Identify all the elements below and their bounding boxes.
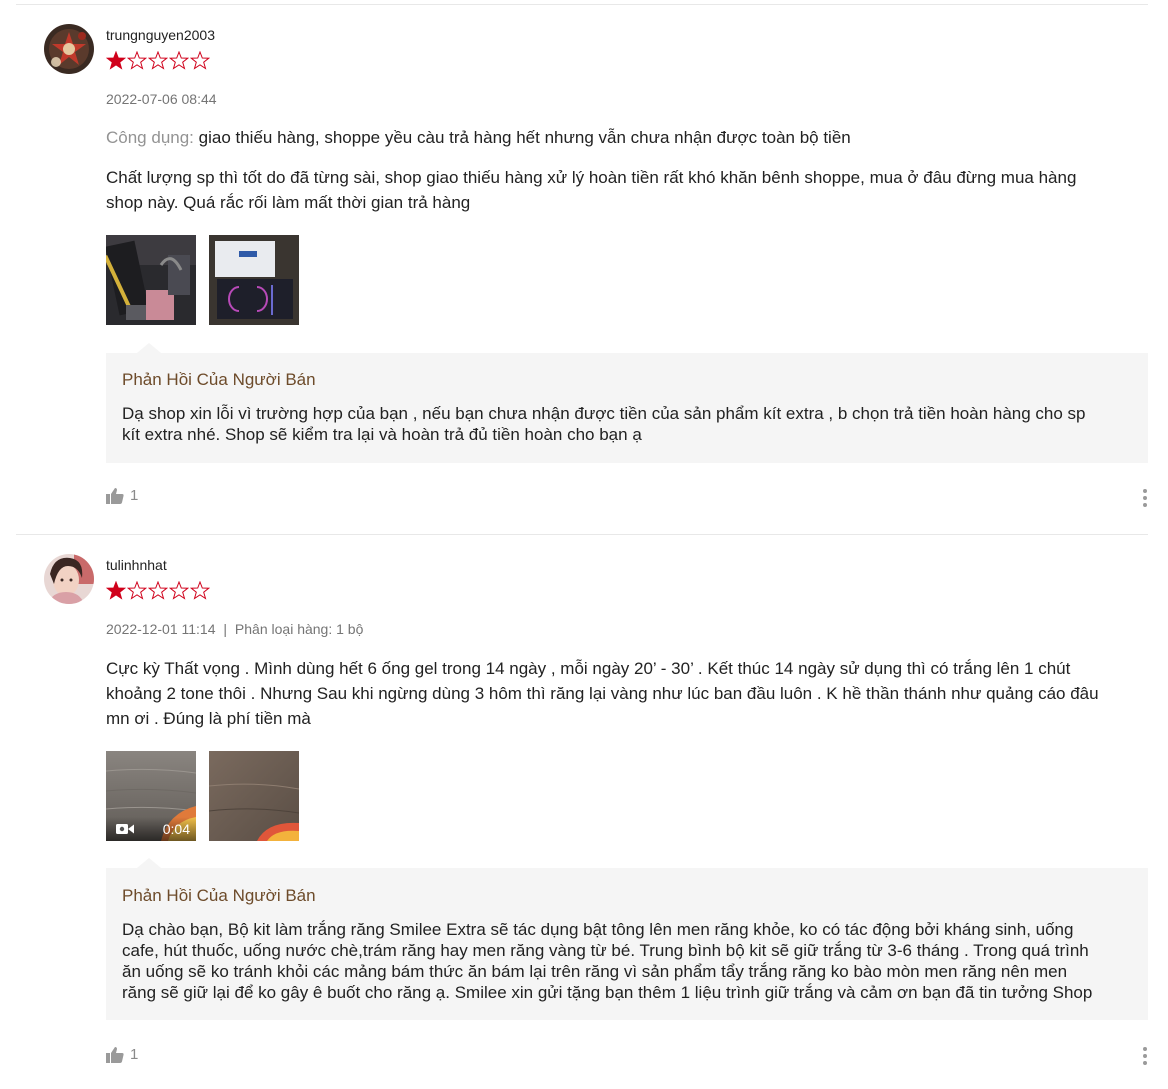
star-empty-icon — [169, 581, 189, 600]
star-filled-icon — [106, 51, 126, 70]
like-count: 1 — [130, 487, 139, 504]
video-camera-icon — [116, 824, 134, 834]
thumbs-up-icon — [106, 1046, 124, 1063]
star-empty-icon — [127, 581, 147, 600]
comment-line: Cực kỳ Thất vọng . Mình dùng hết 6 ống g… — [106, 659, 1071, 678]
reply-notch — [137, 858, 161, 868]
seller-reply-line: răng sẽ giữ lại để ko gây ê buốt cho răn… — [122, 983, 1093, 1002]
usage-text: giao thiếu hàng, shoppe yều càu trả hàng… — [198, 128, 851, 147]
review-item: trungnguyen2003 2022-07-06 08:44 Công dụ… — [0, 0, 1168, 534]
review-item: tulinhnhat 2022-12-01 11:14 | Phân loại … — [0, 535, 1168, 1089]
review-photo[interactable] — [209, 751, 299, 841]
review-photo[interactable] — [106, 235, 196, 325]
star-empty-icon — [148, 51, 168, 70]
meta-separator: | — [223, 621, 228, 637]
more-vertical-icon[interactable] — [1142, 1046, 1148, 1066]
seller-reply-line: ăn uống sẽ ko tránh khỏi các mảng bám th… — [122, 962, 1068, 981]
star-empty-icon — [190, 51, 210, 70]
seller-reply-title: Phản Hồi Của Người Bán — [122, 370, 316, 389]
like-button[interactable]: 1 — [106, 1046, 138, 1063]
comment-line: shop này. Quá rắc rối làm mất thời gian … — [106, 193, 471, 212]
star-empty-icon — [169, 51, 189, 70]
video-duration: 0:04 — [162, 821, 190, 837]
review-photo[interactable] — [209, 235, 299, 325]
usage-label: Công dụng: — [106, 128, 194, 147]
seller-reply-line: kít extra nhé. Shop sẽ kiểm tra lại và h… — [122, 425, 642, 444]
rating-stars — [106, 51, 210, 70]
star-empty-icon — [190, 581, 210, 600]
review-meta: 2022-12-01 11:14 | Phân loại hàng: 1 bộ — [106, 621, 363, 637]
like-count: 1 — [130, 1046, 139, 1063]
avatar[interactable] — [44, 554, 94, 604]
star-filled-icon — [106, 581, 126, 600]
comment-line: Chất lượng sp thì tốt do đã từng sài, sh… — [106, 168, 1077, 187]
review-username[interactable]: trungnguyen2003 — [106, 27, 215, 43]
comment-line: mn ơi . Đúng là phí tiền mà — [106, 709, 311, 728]
review-variation: Phân loại hàng: 1 bộ — [234, 621, 364, 637]
star-empty-icon — [127, 51, 147, 70]
seller-reply: Phản Hồi Của Người Bán Dạ chào bạn, Bộ k… — [106, 868, 1148, 1020]
rating-stars — [106, 581, 210, 600]
avatar[interactable] — [44, 24, 94, 74]
review-datetime: 2022-12-01 11:14 — [106, 621, 216, 637]
review-username[interactable]: tulinhnhat — [106, 557, 167, 573]
video-badge: 0:04 — [106, 817, 196, 841]
seller-reply-line: Dạ shop xin lỗi vì trường hợp của bạn , … — [122, 404, 1086, 423]
comment-line: khoảng 2 tone thôi . Nhưng Sau khi ngừng… — [106, 684, 1099, 703]
star-empty-icon — [148, 581, 168, 600]
seller-reply-line: cafe, hút thuốc, uống nước chè,trám răng… — [122, 941, 1089, 960]
seller-reply-title: Phản Hồi Của Người Bán — [122, 886, 316, 905]
like-button[interactable]: 1 — [106, 487, 138, 504]
seller-reply: Phản Hồi Của Người Bán Dạ shop xin lỗi v… — [106, 353, 1148, 463]
usage-row: Công dụng: giao thiếu hàng, shoppe yều c… — [106, 125, 1146, 150]
seller-reply-line: Dạ chào bạn, Bộ kit làm trắng răng Smile… — [122, 920, 1074, 939]
reply-notch — [137, 343, 161, 353]
more-vertical-icon[interactable] — [1142, 488, 1148, 508]
review-datetime: 2022-07-06 08:44 — [106, 91, 217, 107]
review-video[interactable]: 0:04 — [106, 751, 196, 841]
thumbs-up-icon — [106, 487, 124, 504]
